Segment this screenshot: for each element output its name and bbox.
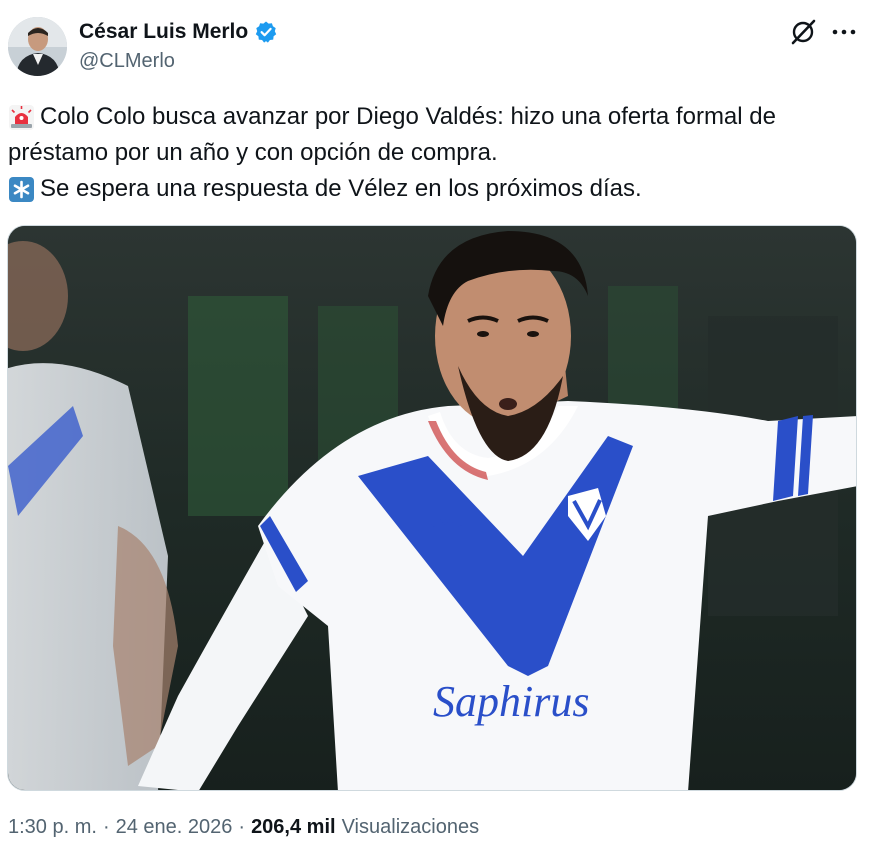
tweet-body: Colo Colo busca avanzar por Diego Valdés… — [8, 99, 868, 207]
tweet-photo[interactable]: Saphirus — [7, 225, 857, 791]
tweet-text-line-3: Se espera una respuesta de Vélez en los … — [40, 175, 642, 202]
meta-separator: · — [102, 816, 110, 838]
tweet-line: préstamo por un año y con opción de comp… — [8, 135, 868, 171]
meta-separator: · — [238, 816, 246, 838]
views-count: 206,4 mil — [251, 816, 336, 838]
author-display-name[interactable]: César Luis Merlo — [79, 20, 248, 44]
rotating-light-icon — [8, 104, 35, 131]
avatar[interactable] — [8, 17, 67, 76]
author-handle[interactable]: @CLMerlo — [79, 50, 175, 73]
author-name-row[interactable]: César Luis Merlo — [79, 18, 278, 46]
verified-badge-icon — [254, 20, 278, 44]
jersey-sponsor-text: Saphirus — [433, 677, 589, 726]
asterisk-icon — [8, 176, 35, 203]
tweet-date[interactable]: 24 ene. 2026 — [116, 816, 233, 839]
tweet-line: Colo Colo busca avanzar por Diego Valdés… — [8, 99, 868, 135]
more-options-icon[interactable] — [830, 20, 858, 44]
tweet-time[interactable]: 1:30 p. m. — [8, 816, 97, 839]
tweet-metadata: 1:30 p. m. · 24 ene. 2026 · 206,4 mil Vi… — [8, 816, 479, 839]
grok-icon[interactable] — [789, 18, 817, 46]
tweet-text-line-1: Colo Colo busca avanzar por Diego Valdés… — [40, 103, 776, 130]
views-label: Visualizaciones — [341, 816, 480, 838]
tweet-card: César Luis Merlo @CLMerlo Colo Colo busc… — [0, 0, 886, 860]
tweet-text-line-2: préstamo por un año y con opción de comp… — [8, 139, 498, 166]
tweet-line: Se espera una respuesta de Vélez en los … — [8, 171, 868, 207]
